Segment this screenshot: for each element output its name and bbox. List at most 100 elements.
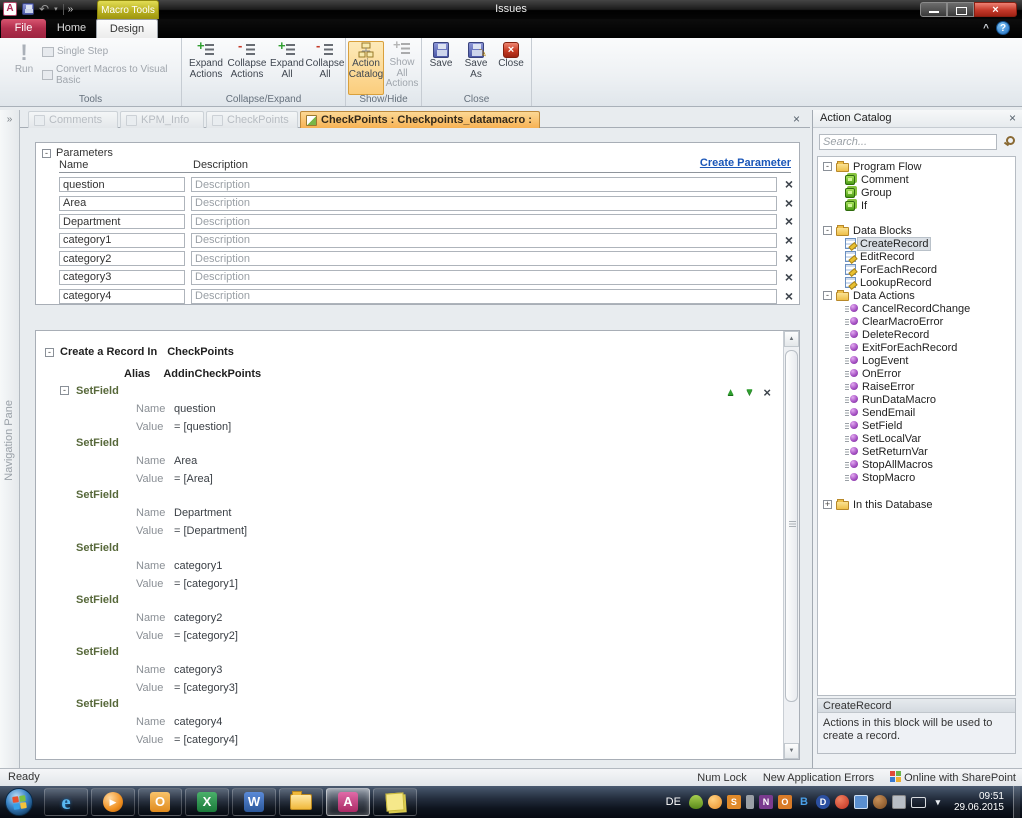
setfield-block[interactable]: SetField Namecategory2 Value= [category2… [36, 594, 779, 646]
delete-parameter-icon[interactable]: × [785, 176, 793, 192]
tree-item-deleterecord[interactable]: DeleteRecord [818, 328, 1015, 341]
delete-parameter-icon[interactable]: × [785, 250, 793, 266]
collapse-icon[interactable]: - [823, 226, 832, 235]
tree-folder-data-blocks[interactable]: - Data Blocks [818, 224, 1015, 237]
setfield-action-label[interactable]: SetField [76, 437, 119, 449]
security-shield-icon[interactable] [689, 795, 703, 809]
field-value-value[interactable]: = [category1] [174, 578, 238, 590]
parameter-name-input[interactable] [59, 233, 185, 248]
setfield-action-label[interactable]: SetField [76, 646, 119, 658]
scrollbar-thumb[interactable] [785, 350, 798, 702]
taskbar-media-player[interactable]: ▶ [91, 788, 135, 816]
collapse-icon[interactable]: - [823, 291, 832, 300]
close-action-catalog-icon[interactable]: × [1009, 112, 1016, 124]
tree-item-createrecord[interactable]: CreateRecord [818, 237, 1015, 250]
doc-tab-kpm-info[interactable]: KPM_Info [120, 111, 204, 128]
parameter-name-input[interactable] [59, 289, 185, 304]
taskbar-sticky-notes[interactable] [373, 788, 417, 816]
setfield-block[interactable]: SetField Namecategory1 Value= [category1… [36, 542, 779, 594]
macro-scrollbar[interactable]: ▲ ▼ [783, 331, 799, 759]
collapse-actions-button[interactable]: - Collapse Actions [226, 42, 268, 80]
close-tab-icon[interactable]: × [793, 113, 800, 125]
expand-actions-button[interactable]: + Expand Actions [186, 42, 226, 80]
tree-item-foreachrecord[interactable]: ForEachRecord [818, 263, 1015, 276]
run-button[interactable]: ! Run [8, 42, 40, 76]
expand-nav-pane-icon[interactable]: » [0, 114, 19, 125]
start-button[interactable] [5, 788, 33, 816]
collapse-all-button[interactable]: - Collapse All [306, 42, 344, 80]
speaker-icon[interactable]: ▾ [931, 795, 945, 809]
tray-window-icon[interactable] [854, 795, 868, 809]
convert-macros-button[interactable]: Convert Macros to Visual Basic [42, 64, 181, 86]
field-name-value[interactable]: Department [174, 507, 231, 519]
parameter-description-input[interactable] [191, 289, 777, 304]
parameter-description-input[interactable] [191, 196, 777, 211]
maximize-button[interactable] [947, 2, 974, 17]
parameter-description-input[interactable] [191, 251, 777, 266]
setfield-block[interactable]: SetField NameDepartment Value= [Departme… [36, 489, 779, 541]
parameter-description-input[interactable] [191, 270, 777, 285]
expand-all-button[interactable]: + Expand All [268, 42, 306, 80]
parameter-description-input[interactable] [191, 233, 777, 248]
delete-parameter-icon[interactable]: × [785, 232, 793, 248]
tray-o-icon[interactable]: O [778, 795, 792, 809]
action-catalog-button[interactable]: Action Catalog [348, 41, 384, 95]
alias-value[interactable]: AddinCheckPoints [163, 368, 261, 380]
tree-item-sendemail[interactable]: SendEmail [818, 406, 1015, 419]
field-name-value[interactable]: category2 [174, 612, 222, 624]
tree-item-cancelrecordchange[interactable]: CancelRecordChange [818, 302, 1015, 315]
setfield-block[interactable]: SetField Namecategory3 Value= [category3… [36, 646, 779, 698]
field-value-value[interactable]: = [category4] [174, 734, 238, 746]
tree-item-stopmacro[interactable]: StopMacro [818, 471, 1015, 484]
tree-item-onerror[interactable]: OnError [818, 367, 1015, 380]
tab-home[interactable]: Home [47, 19, 96, 38]
collapse-icon[interactable]: - [823, 162, 832, 171]
tray-d-icon[interactable]: D [816, 795, 830, 809]
tree-item-setfield[interactable]: SetField [818, 419, 1015, 432]
tray-orange-icon[interactable] [708, 795, 722, 809]
collapse-ribbon-icon[interactable]: ^ [983, 23, 989, 34]
setfield-action-label[interactable]: SetField [76, 385, 119, 397]
taskbar-explorer[interactable] [279, 788, 323, 816]
delete-parameter-icon[interactable]: × [785, 213, 793, 229]
tree-item-comment[interactable]: Comment [818, 173, 1015, 186]
field-value-value[interactable]: = [category3] [174, 682, 238, 694]
taskbar-clock[interactable]: 09:51 29.06.2015 [954, 791, 1004, 813]
tray-pin-icon[interactable] [746, 795, 754, 809]
field-value-value[interactable]: = [Area] [174, 473, 213, 485]
show-all-actions-button[interactable]: + Show All Actions [384, 41, 420, 90]
delete-setfield-icon[interactable]: × [763, 385, 771, 400]
close-macro-button[interactable]: × Close [496, 42, 526, 70]
setfield-action-label[interactable]: SetField [76, 542, 119, 554]
move-down-icon[interactable]: ▼ [745, 387, 755, 398]
taskbar-access-active[interactable]: A [326, 788, 370, 816]
save-button[interactable]: Save [426, 42, 456, 70]
onenote-icon[interactable]: N [759, 795, 773, 809]
field-name-value[interactable]: category3 [174, 664, 222, 676]
move-up-icon[interactable]: ▲ [726, 387, 736, 398]
help-icon[interactable]: ? [996, 21, 1010, 35]
scroll-down-icon[interactable]: ▼ [784, 743, 799, 759]
field-value-value[interactable]: = [Department] [174, 525, 247, 537]
tray-brown-icon[interactable] [873, 795, 887, 809]
collapse-setfield-icon[interactable]: - [60, 386, 69, 395]
taskbar-internet-explorer[interactable]: e [44, 788, 88, 816]
taskbar-outlook[interactable]: O [138, 788, 182, 816]
network-icon[interactable] [911, 797, 926, 808]
setfield-action-label[interactable]: SetField [76, 489, 119, 501]
tree-item-clearmacroerror[interactable]: ClearMacroError [818, 315, 1015, 328]
create-record-target[interactable]: CheckPoints [167, 346, 234, 358]
tree-folder-data-actions[interactable]: - Data Actions [818, 289, 1015, 302]
tree-item-lookuprecord[interactable]: LookupRecord [818, 276, 1015, 289]
single-step-button[interactable]: Single Step [42, 46, 108, 57]
bluetooth-icon[interactable]: B [797, 795, 811, 809]
parameter-name-input[interactable] [59, 214, 185, 229]
tree-folder-program-flow[interactable]: - Program Flow [818, 160, 1015, 173]
parameter-description-input[interactable] [191, 177, 777, 192]
setfield-block[interactable]: - SetField ▲ ▼ × Namequestion Value= [qu… [36, 385, 779, 437]
tree-item-editrecord[interactable]: EditRecord [818, 250, 1015, 263]
parameter-name-input[interactable] [59, 196, 185, 211]
scroll-up-icon[interactable]: ▲ [784, 331, 799, 347]
tree-item-raiseerror[interactable]: RaiseError [818, 380, 1015, 393]
parameter-name-input[interactable] [59, 270, 185, 285]
